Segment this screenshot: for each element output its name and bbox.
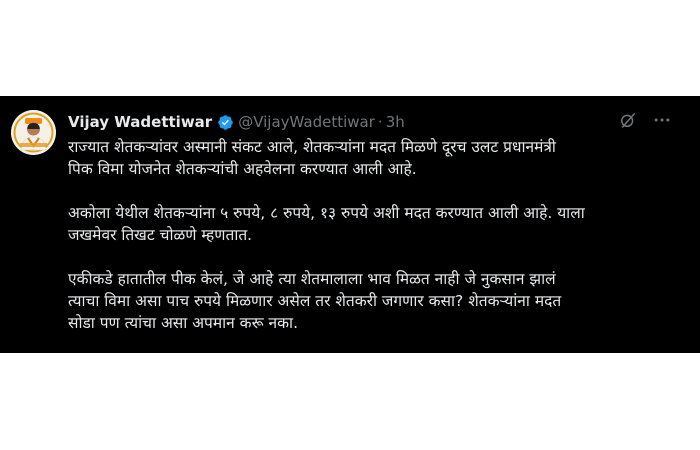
tweet-line: पिक विमा योजनेत शेतकऱ्यांची अहवेलना करण्… (68, 160, 417, 178)
tweet-paragraph-1: राज्यात शेतकऱ्यांवर अस्मानी संकट आले, शे… (68, 136, 688, 180)
tweet-line: एकीकडे हातातील पीक केलं, जे आहे त्या शेत… (68, 270, 556, 288)
tweet-text: राज्यात शेतकऱ्यांवर अस्मानी संकट आले, शे… (68, 136, 688, 356)
verified-badge-icon (217, 114, 234, 131)
tweet-paragraph-3: एकीकडे हातातील पीक केलं, जे आहे त्या शेत… (68, 268, 688, 334)
more-options-icon[interactable] (652, 110, 672, 130)
avatar-image (11, 110, 56, 155)
separator-dot: · (377, 113, 383, 131)
tweet-line: सोडा पण त्यांचा असा अपमान करू नका. (68, 314, 298, 332)
timestamp[interactable]: 3h (386, 113, 405, 131)
tweet-card: Vijay Wadettiwar @VijayWadettiwar · 3h र… (0, 96, 700, 353)
tweet-line: राज्यात शेतकऱ्यांवर अस्मानी संकट आले, शे… (68, 138, 556, 156)
tweet-actions (618, 110, 672, 130)
tweet-header: Vijay Wadettiwar @VijayWadettiwar · 3h (68, 111, 688, 133)
avatar[interactable] (11, 110, 56, 155)
tweet-line: अकोला येथील शेतकऱ्यांना ५ रुपये, ८ रुपये… (68, 204, 585, 222)
tweet-line: त्याचा विमा असा पाच रुपये मिळणार असेल तर… (68, 292, 562, 310)
tweet-paragraph-2: अकोला येथील शेतकऱ्यांना ५ रुपये, ८ रुपये… (68, 202, 688, 246)
page: Vijay Wadettiwar @VijayWadettiwar · 3h र… (0, 0, 700, 450)
display-name[interactable]: Vijay Wadettiwar (68, 113, 212, 131)
tweet-line: जखमेवर तिखट चोळणे म्हणतात. (68, 226, 253, 244)
user-handle[interactable]: @VijayWadettiwar (238, 113, 375, 131)
grok-icon[interactable] (618, 110, 638, 130)
